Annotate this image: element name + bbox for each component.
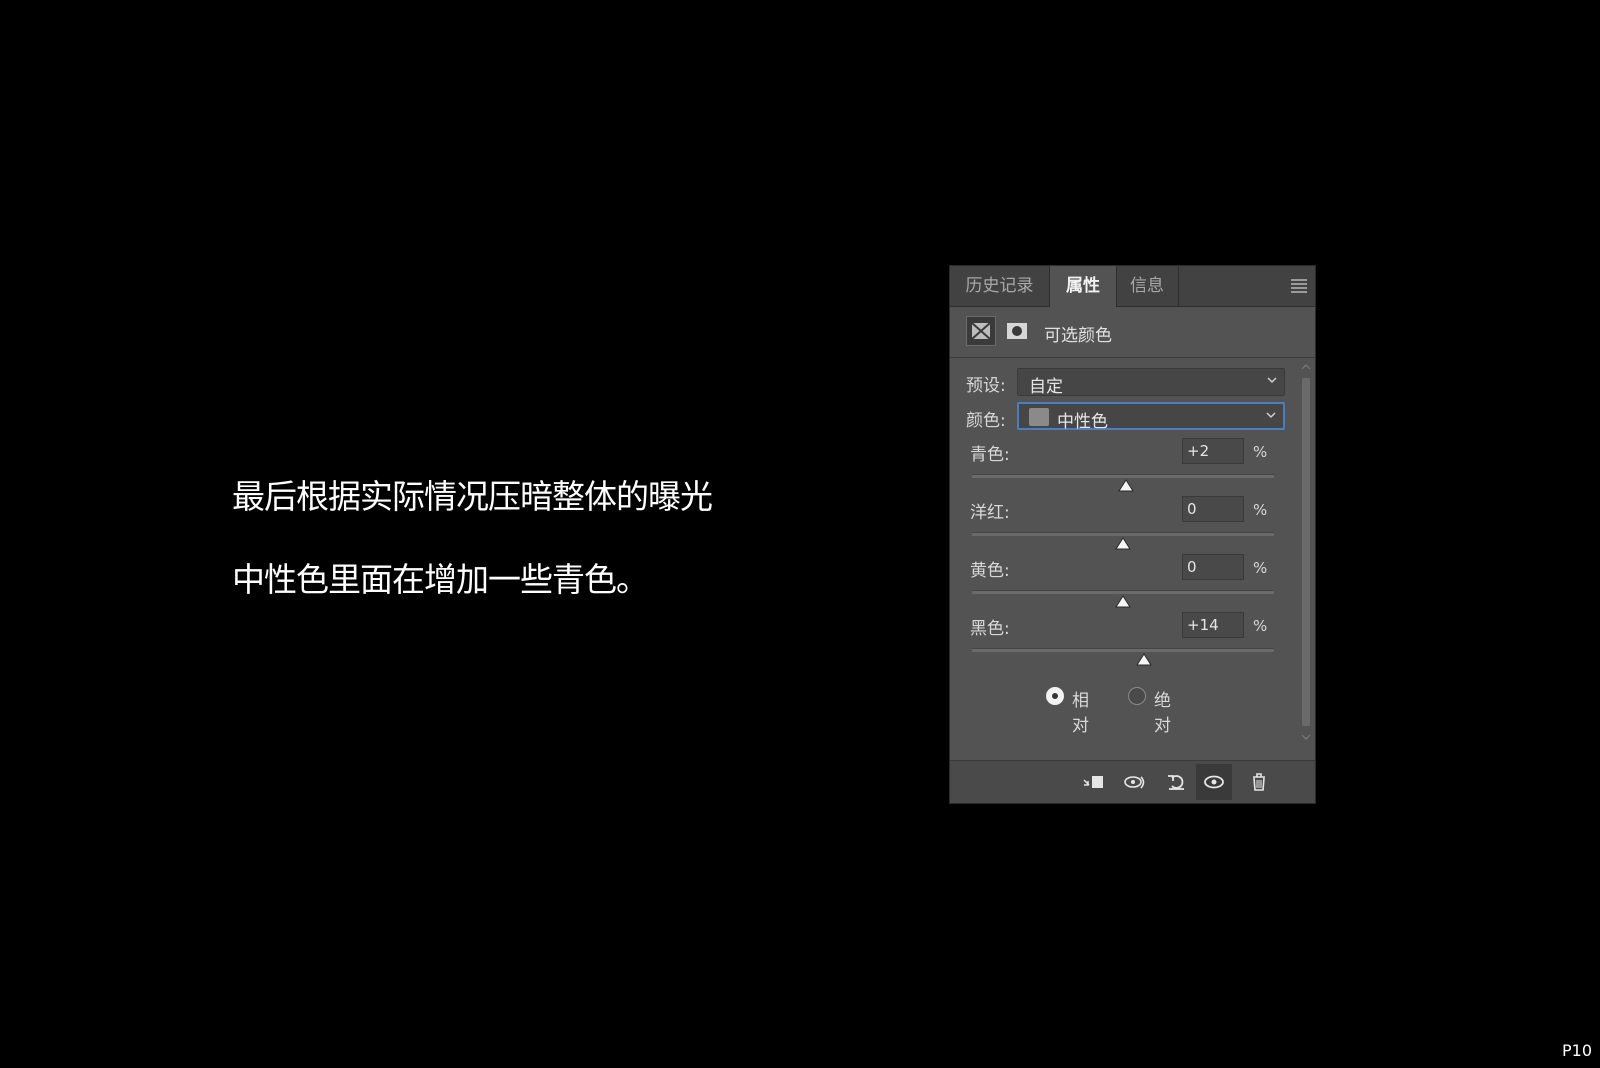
reset-icon[interactable]	[1164, 769, 1190, 795]
yellow-value-input[interactable]: 0	[1182, 554, 1244, 580]
visibility-eye-icon[interactable]	[1196, 764, 1232, 800]
page-number: P10	[1561, 1041, 1592, 1060]
color-value: 中性色	[1057, 412, 1108, 432]
slider-label: 洋红:	[970, 503, 1010, 523]
slider-label: 青色:	[970, 445, 1010, 465]
panel-header: 可选颜色	[950, 307, 1315, 358]
slider-track[interactable]	[972, 474, 1274, 478]
black-value-input[interactable]: +14	[1182, 612, 1244, 638]
relative-radio[interactable]	[1046, 687, 1064, 705]
panel-footer	[950, 760, 1315, 803]
percent-unit: %	[1253, 559, 1268, 577]
slider-track[interactable]	[972, 590, 1274, 594]
panel-menu-icon[interactable]	[1291, 277, 1307, 293]
color-swatch	[1029, 408, 1049, 426]
preset-dropdown[interactable]: 自定	[1017, 368, 1285, 397]
tab-info[interactable]: 信息	[1116, 266, 1179, 306]
chevron-down-icon	[1267, 377, 1277, 384]
cyan-value-input[interactable]: +2	[1182, 438, 1244, 464]
slider-label: 黑色:	[970, 619, 1010, 639]
color-label: 颜色:	[966, 411, 1006, 431]
adjustment-layer-icon[interactable]	[966, 316, 996, 346]
view-previous-state-icon[interactable]	[1122, 769, 1148, 795]
scroll-down-icon[interactable]	[1300, 732, 1312, 742]
magenta-value-input[interactable]: 0	[1182, 496, 1244, 522]
tab-properties[interactable]: 属性	[1049, 266, 1117, 307]
properties-panel: 历史记录 属性 信息 可选颜色 预设: 自定 颜色: 中性色 青色: +2 % …	[949, 265, 1316, 804]
slider-thumb[interactable]	[1118, 479, 1134, 493]
relative-label[interactable]: 相对	[1072, 686, 1089, 736]
slider-thumb[interactable]	[1115, 537, 1131, 551]
absolute-label[interactable]: 绝对	[1154, 686, 1171, 736]
layer-mask-icon[interactable]	[1002, 316, 1032, 346]
percent-unit: %	[1253, 443, 1268, 461]
slider-thumb[interactable]	[1115, 595, 1131, 609]
slider-thumb[interactable]	[1136, 653, 1153, 667]
tab-history[interactable]: 历史记录	[950, 266, 1049, 306]
scroll-up-icon[interactable]	[1300, 362, 1312, 372]
absolute-radio[interactable]	[1128, 687, 1146, 705]
chevron-down-icon	[1266, 412, 1276, 419]
slider-track[interactable]	[972, 648, 1274, 652]
preset-label: 预设:	[966, 376, 1006, 396]
percent-unit: %	[1253, 617, 1268, 635]
slider-label: 黄色:	[970, 561, 1010, 581]
panel-title: 可选颜色	[1044, 326, 1112, 346]
caption-line-1: 最后根据实际情况压暗整体的曝光	[232, 477, 713, 516]
preset-value: 自定	[1029, 377, 1063, 397]
trash-icon[interactable]	[1246, 769, 1272, 795]
scroll-thumb[interactable]	[1302, 378, 1310, 726]
clip-to-layer-icon[interactable]	[1080, 769, 1106, 795]
panel-scrollbar[interactable]	[1299, 360, 1313, 746]
caption-line-2: 中性色里面在增加一些青色。	[232, 560, 649, 599]
percent-unit: %	[1253, 501, 1268, 519]
color-dropdown[interactable]: 中性色	[1017, 402, 1285, 432]
panel-tab-bar: 历史记录 属性 信息	[950, 266, 1315, 307]
slider-track[interactable]	[972, 532, 1274, 536]
